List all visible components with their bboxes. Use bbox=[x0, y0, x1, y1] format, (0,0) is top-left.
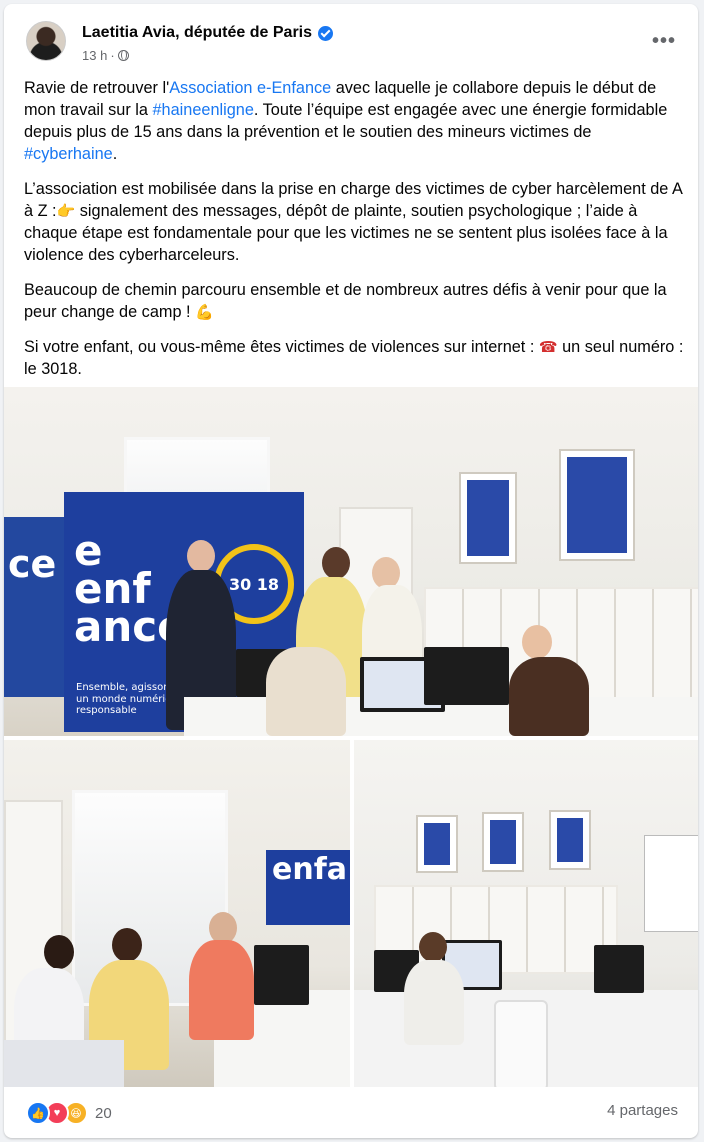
facebook-post: Laetitia Avia, députée de Paris 13 h · •… bbox=[4, 4, 698, 1138]
public-globe-icon bbox=[117, 50, 129, 61]
reaction-count[interactable]: 20 bbox=[95, 1105, 112, 1122]
person-seated bbox=[404, 960, 464, 1045]
poster-frame bbox=[559, 449, 635, 561]
post-header: Laetitia Avia, députée de Paris 13 h · •… bbox=[4, 4, 698, 74]
monitor bbox=[254, 945, 309, 1005]
text-span: signalement des messages, dépôt de plain… bbox=[24, 202, 668, 264]
text-span: Beaucoup de chemin parcouru ensemble et … bbox=[24, 281, 667, 321]
person-seated bbox=[189, 940, 254, 1040]
side-banner-text: ce bbox=[8, 542, 57, 586]
telephone-emoji-icon: ☎ bbox=[538, 339, 558, 356]
person-head bbox=[522, 625, 552, 659]
poster-frame bbox=[482, 812, 524, 872]
text-span: Si votre enfant, ou vous-même êtes victi… bbox=[24, 338, 539, 356]
hotline-number: 30 18 bbox=[228, 574, 280, 594]
hashtag-haineenligne[interactable]: #haineenligne bbox=[153, 101, 254, 119]
chair bbox=[494, 1000, 548, 1087]
post-footer: 👍 ♥ 😆 20 4 partages bbox=[4, 1087, 698, 1138]
author-avatar[interactable] bbox=[26, 21, 66, 61]
text-span: Ravie de retrouver l' bbox=[24, 79, 170, 97]
photo-open-space[interactable] bbox=[354, 740, 698, 1087]
more-options-button[interactable]: ••• bbox=[652, 30, 676, 53]
shares-count[interactable]: 4 partages bbox=[607, 1102, 678, 1119]
paragraph-1: Ravie de retrouver l'Association e-Enfan… bbox=[24, 77, 684, 165]
flexed-biceps-emoji-icon: 💪 bbox=[195, 304, 214, 321]
text-span: . bbox=[112, 145, 118, 163]
poster-frame bbox=[549, 810, 591, 870]
monitor bbox=[594, 945, 644, 993]
pointing-hand-emoji-icon: 👉 bbox=[56, 203, 76, 220]
photo-grid: ce e enf ance 30 18 Ensemble, agissons p… bbox=[4, 387, 698, 1087]
post-text: Ravie de retrouver l'Association e-Enfan… bbox=[24, 77, 684, 393]
person-head bbox=[419, 932, 447, 962]
info-board bbox=[644, 835, 698, 932]
poster-frame bbox=[459, 472, 517, 564]
enfance-banner: enfa bbox=[266, 850, 350, 925]
paragraph-2: L’association est mobilisée dans la pris… bbox=[24, 178, 684, 266]
poster-frame bbox=[416, 815, 458, 873]
side-banner: ce bbox=[4, 517, 64, 697]
hashtag-cyberhaine[interactable]: #cyberhaine bbox=[24, 145, 113, 163]
monitor bbox=[424, 647, 509, 705]
person-head bbox=[112, 928, 142, 962]
person-seated bbox=[266, 647, 346, 736]
desk bbox=[4, 1040, 124, 1087]
author-row: Laetitia Avia, députée de Paris bbox=[82, 24, 334, 42]
like-icon: 👍 bbox=[26, 1101, 50, 1125]
paragraph-4: Si votre enfant, ou vous-même êtes victi… bbox=[24, 336, 684, 380]
association-link[interactable]: Association e-Enfance bbox=[169, 79, 331, 97]
person-seated bbox=[509, 657, 589, 736]
person-head bbox=[187, 540, 215, 572]
author-name[interactable]: Laetitia Avia, députée de Paris bbox=[82, 24, 312, 42]
verified-badge-icon bbox=[318, 25, 334, 41]
person-head bbox=[44, 935, 74, 969]
reactions-summary[interactable]: 👍 ♥ 😆 20 bbox=[26, 1101, 112, 1125]
person-head bbox=[322, 547, 350, 579]
post-meta: 13 h · bbox=[82, 48, 129, 63]
photo-office-team[interactable]: ce e enf ance 30 18 Ensemble, agissons p… bbox=[4, 387, 698, 736]
post-time[interactable]: 13 h bbox=[82, 48, 107, 63]
banner-logo-text: enfa bbox=[272, 852, 347, 887]
meta-separator: · bbox=[110, 48, 115, 63]
paragraph-3: Beaucoup de chemin parcouru ensemble et … bbox=[24, 279, 684, 323]
photo-staff-desk[interactable]: enfa bbox=[4, 740, 350, 1087]
